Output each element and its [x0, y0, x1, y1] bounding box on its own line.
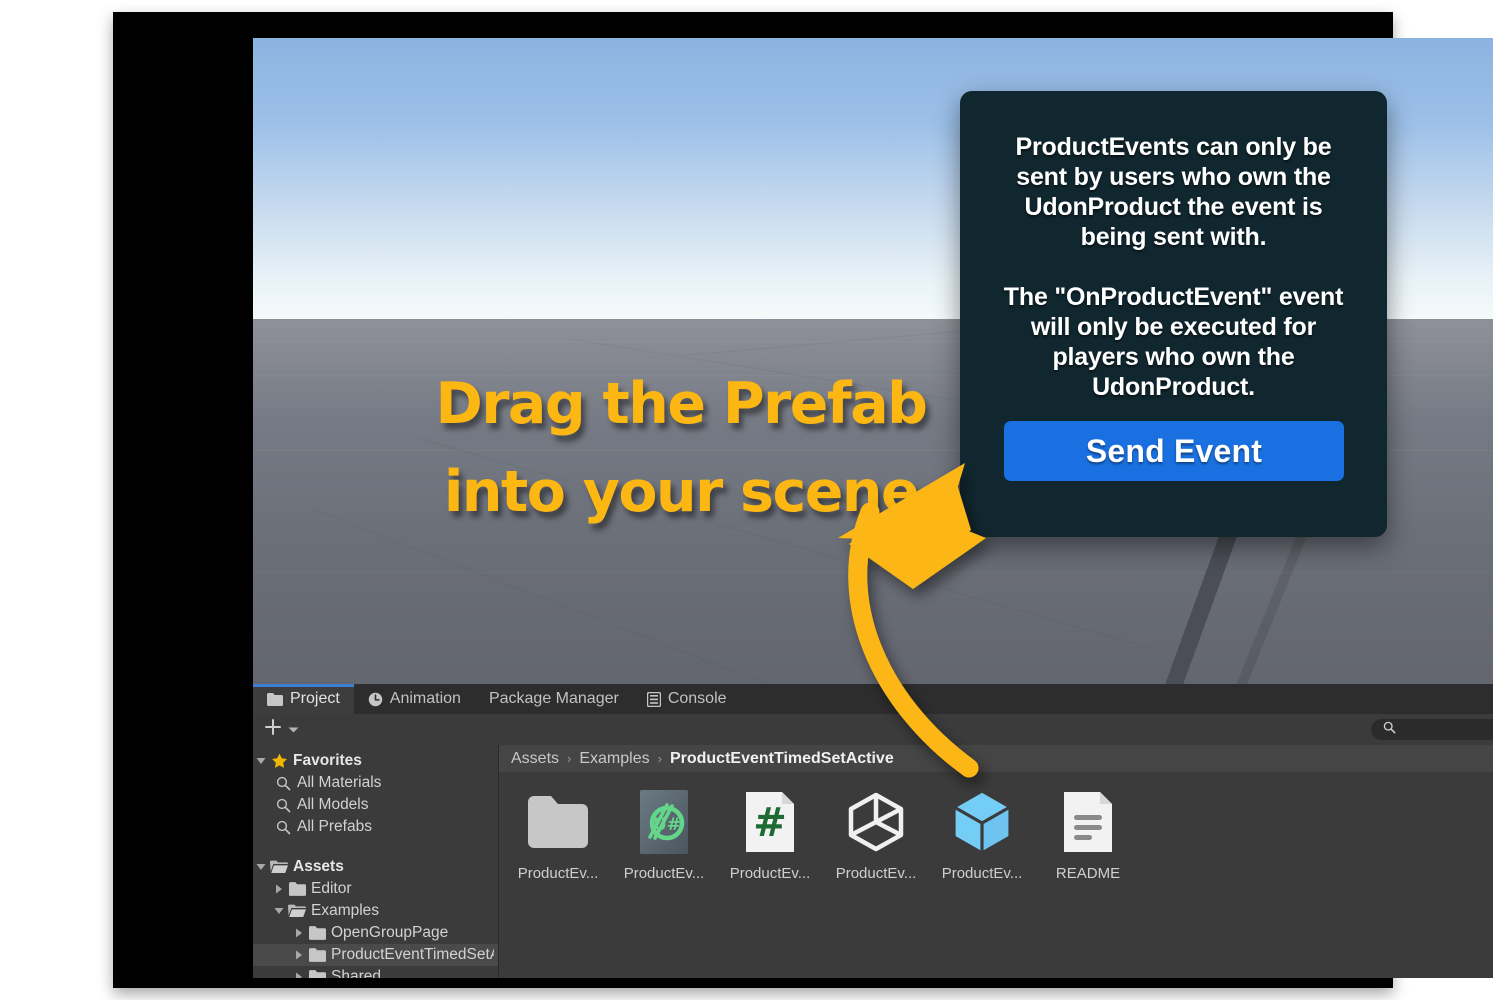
tree-label: Editor	[311, 880, 352, 897]
asset-label: ProductEv...	[835, 865, 917, 882]
twisty-right-icon[interactable]	[271, 884, 287, 894]
clock-icon	[368, 692, 383, 707]
tree-label: Shared	[331, 968, 381, 978]
folder-icon	[287, 882, 307, 896]
asset-label: ProductEv...	[729, 865, 811, 882]
asset-item-udonsharp[interactable]: U# ProductEv...	[619, 786, 709, 882]
svg-text:#: #	[753, 800, 787, 846]
asset-item-folder[interactable]: ProductEv...	[513, 786, 603, 882]
folder-icon	[307, 926, 327, 940]
breadcrumb-item-examples[interactable]: Examples	[579, 750, 649, 768]
project-content-pane: Assets › Examples › ProductEventTimedSet…	[499, 745, 1493, 978]
svg-text:U#: U#	[653, 815, 681, 835]
info-panel-paragraph-1: ProductEvents can only be sent by users …	[1015, 133, 1332, 251]
dock-tab-bar: Project Animation Package Manager Consol…	[253, 684, 1493, 714]
asset-item-csharp-script[interactable]: # ProductEv...	[725, 786, 815, 882]
star-icon	[269, 753, 289, 769]
tab-console-label: Console	[667, 690, 727, 707]
tree-item-assets[interactable]: Assets	[253, 856, 498, 878]
unity-editor-viewport: ProductEvents can only be sent by users …	[253, 38, 1493, 978]
breadcrumb-item-current[interactable]: ProductEventTimedSetActive	[670, 750, 894, 768]
tree-item-shared[interactable]: Shared	[253, 966, 498, 978]
in-world-info-panel: ProductEvents can only be sent by users …	[960, 91, 1387, 537]
breadcrumb-separator-icon: ›	[567, 751, 572, 766]
tree-label: ProductEventTimedSetActive	[331, 946, 494, 963]
project-tree-pane[interactable]: Favorites All Materials All Models All P…	[253, 745, 499, 978]
twisty-down-icon[interactable]	[253, 863, 269, 871]
folder-open-icon	[287, 904, 307, 918]
twisty-right-icon[interactable]	[291, 928, 307, 938]
breadcrumb: Assets › Examples › ProductEventTimedSet…	[499, 745, 1493, 772]
folder-open-icon	[269, 860, 289, 874]
tree-item-all-prefabs[interactable]: All Prefabs	[253, 816, 498, 838]
twisty-down-icon[interactable]	[253, 757, 269, 765]
console-icon	[646, 691, 661, 707]
send-event-button[interactable]: Send Event	[1004, 421, 1344, 481]
asset-label: ProductEv...	[623, 865, 705, 882]
text-document-icon	[1052, 786, 1124, 858]
tree-label: All Materials	[297, 774, 382, 791]
tree-item-all-models[interactable]: All Models	[253, 794, 498, 816]
tree-item-producteventtimedsetactive[interactable]: ProductEventTimedSetActive	[253, 944, 498, 966]
tab-animation-label: Animation	[389, 690, 461, 707]
tree-item-favorites[interactable]: Favorites	[253, 750, 498, 772]
tree-item-editor[interactable]: Editor	[253, 878, 498, 900]
project-window: Project Animation Package Manager Consol…	[253, 684, 1493, 978]
tab-animation[interactable]: Animation	[354, 684, 475, 714]
prefab-cube-icon	[946, 786, 1018, 858]
search-icon	[273, 820, 293, 835]
folder-icon	[267, 692, 283, 706]
search-icon	[1383, 721, 1396, 739]
tab-project-label: Project	[290, 690, 340, 707]
asset-grid: ProductEv... U# ProductEv... # ProductEv…	[499, 772, 1493, 882]
search-input[interactable]	[1371, 719, 1493, 740]
tree-label: Examples	[311, 902, 380, 919]
tree-label: OpenGroupPage	[331, 924, 449, 941]
breadcrumb-separator-icon: ›	[657, 751, 662, 766]
tree-item-examples[interactable]: Examples	[253, 900, 498, 922]
window-frame: ProductEvents can only be sent by users …	[113, 12, 1493, 988]
project-toolbar	[253, 714, 1493, 745]
info-panel-paragraph-2: The "OnProductEvent" event will only be …	[1003, 283, 1344, 401]
folder-icon	[522, 786, 594, 858]
screenshot-root: ProductEvents can only be sent by users …	[0, 0, 1500, 1000]
tree-item-all-materials[interactable]: All Materials	[253, 772, 498, 794]
folder-icon	[307, 970, 327, 978]
asset-label: ProductEv...	[941, 865, 1023, 882]
folder-icon	[307, 948, 327, 962]
tree-item-opengrouppage[interactable]: OpenGroupPage	[253, 922, 498, 944]
twisty-right-icon[interactable]	[291, 950, 307, 960]
asset-label: ProductEv...	[517, 865, 599, 882]
twisty-down-icon[interactable]	[271, 907, 287, 915]
tab-package-manager[interactable]: Package Manager	[475, 684, 633, 714]
scene-view[interactable]: ProductEvents can only be sent by users …	[253, 38, 1493, 684]
project-panes: Favorites All Materials All Models All P…	[253, 745, 1493, 978]
tree-label: All Prefabs	[297, 818, 372, 835]
chevron-down-icon	[288, 721, 299, 739]
tree-label: All Models	[297, 796, 369, 813]
asset-item-unity-scene[interactable]: ProductEv...	[831, 786, 921, 882]
tab-project[interactable]: Project	[253, 684, 354, 714]
unity-scene-icon	[840, 786, 912, 858]
breadcrumb-item-assets[interactable]: Assets	[511, 750, 559, 768]
asset-item-prefab[interactable]: ProductEv...	[937, 786, 1027, 882]
search-icon	[273, 776, 293, 791]
tree-label: Favorites	[293, 752, 362, 769]
asset-label: README	[1055, 865, 1121, 882]
tree-label: Assets	[293, 858, 344, 875]
search-icon	[273, 798, 293, 813]
add-asset-button[interactable]	[263, 717, 299, 742]
twisty-right-icon[interactable]	[291, 972, 307, 978]
tab-console[interactable]: Console	[633, 684, 741, 714]
udonsharp-icon: U#	[628, 786, 700, 858]
csharp-script-icon: #	[734, 786, 806, 858]
asset-item-readme[interactable]: README	[1043, 786, 1133, 882]
plus-icon	[263, 717, 283, 742]
tab-package-manager-label: Package Manager	[488, 690, 619, 707]
